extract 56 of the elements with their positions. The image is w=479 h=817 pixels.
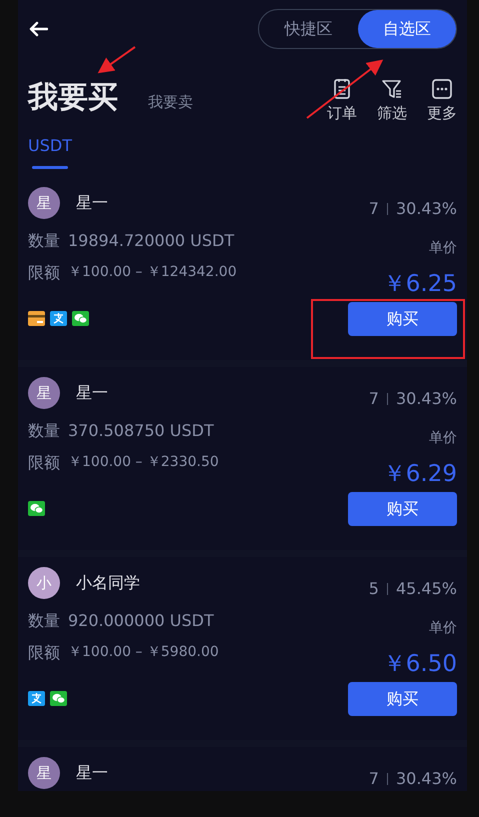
avatar: 星	[28, 377, 60, 409]
side-tab[interactable]: 我要买	[28, 75, 118, 120]
chat-icon	[50, 691, 67, 706]
completion-rate: 30.43%	[396, 768, 457, 790]
chat-icon	[28, 501, 45, 516]
user-name: 星一	[76, 192, 108, 214]
limit-value: ￥100.00 – ￥124342.00	[68, 263, 237, 282]
list-icon	[331, 78, 353, 100]
field-label: 数量	[28, 230, 60, 252]
price-value: ￥6.25	[382, 270, 457, 299]
quantity-value: 19894.720000 USDT	[68, 230, 234, 252]
limit-value: ￥100.00 – ￥5980.00	[68, 643, 219, 662]
payment-icon	[50, 311, 67, 326]
quantity-value: 920.000000 USDT	[68, 610, 214, 632]
field-label: 单价	[429, 239, 457, 258]
avatar: 小	[28, 567, 60, 599]
completion-rate: 30.43%	[396, 198, 457, 220]
trade-count: 5	[368, 578, 379, 600]
buy-button[interactable]: 购买	[348, 302, 457, 336]
buy-button[interactable]: 购买	[348, 492, 457, 526]
side-tab[interactable]: 我要卖	[148, 91, 193, 114]
price-value: ￥6.50	[382, 650, 457, 679]
trade-count: 7	[368, 768, 379, 790]
card-icon	[28, 311, 45, 326]
field-label: 限额	[28, 262, 60, 284]
avatar: 星	[28, 187, 60, 219]
back-icon[interactable]	[28, 21, 48, 37]
annotation-arrow	[98, 46, 136, 74]
field-label: 数量	[28, 420, 60, 442]
avatar: 星	[28, 757, 60, 789]
zone-tab[interactable]: 自选区	[358, 10, 456, 48]
user-name: 星一	[76, 382, 108, 404]
trade-count: 7	[368, 198, 379, 220]
quantity-value: 370.508750 USDT	[68, 420, 214, 442]
field-label: 限额	[28, 452, 60, 474]
payment-icon	[28, 691, 45, 706]
buy-button[interactable]: 购买	[348, 682, 457, 716]
user-name: 小名同学	[76, 572, 140, 594]
user-name: 星一	[76, 762, 108, 784]
filter-icon	[381, 78, 403, 100]
zone-tab[interactable]: 快捷区	[259, 10, 358, 48]
toolbar-button[interactable]: 订单	[327, 78, 357, 124]
price-value: ￥6.29	[382, 460, 457, 489]
more-icon	[431, 78, 453, 100]
currency-tab[interactable]: USDT	[28, 134, 72, 177]
trade-count: 7	[368, 388, 379, 410]
completion-rate: 30.43%	[396, 388, 457, 410]
field-label: 单价	[429, 619, 457, 638]
field-label: 数量	[28, 610, 60, 632]
field-label: 单价	[429, 429, 457, 448]
toolbar-button[interactable]: 筛选	[377, 78, 407, 124]
toolbar-button[interactable]: 更多	[427, 78, 457, 124]
field-label: 限额	[28, 642, 60, 664]
chat-icon	[72, 311, 89, 326]
limit-value: ￥100.00 – ￥2330.50	[68, 453, 219, 472]
completion-rate: 45.45%	[396, 578, 457, 600]
